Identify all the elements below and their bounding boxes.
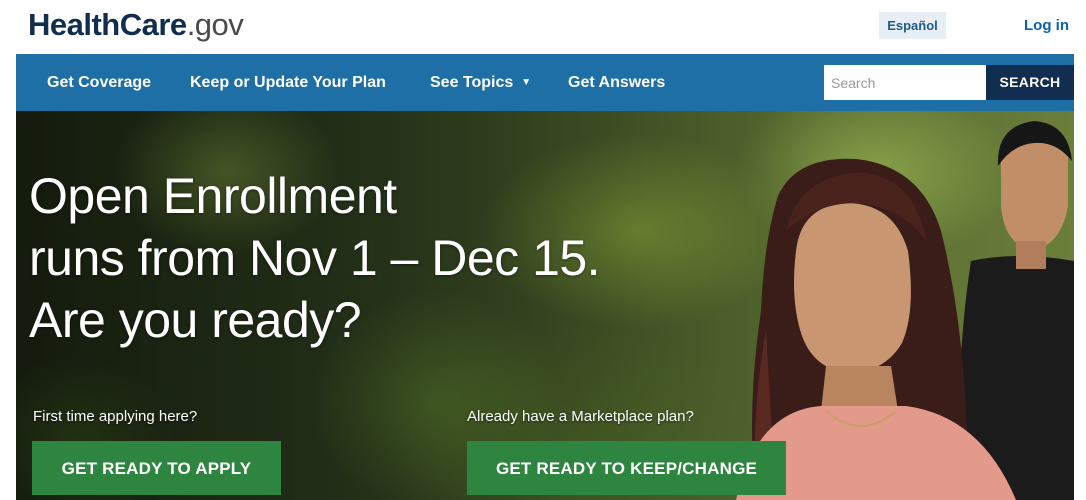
- hero-headline-line-2: runs from Nov 1 – Dec 15.: [29, 230, 601, 286]
- search-input[interactable]: [824, 65, 986, 100]
- keep-change-prompt: Already have a Marketplace plan?: [467, 408, 694, 425]
- nav-get-coverage[interactable]: Get Coverage: [47, 54, 151, 111]
- get-ready-to-keep-change-button[interactable]: GET READY TO KEEP/CHANGE: [467, 441, 786, 495]
- chevron-down-icon: ▼: [521, 77, 532, 88]
- site-header: HealthCare.gov Español Log in: [0, 0, 1086, 54]
- hero-headline-line-3: Are you ready?: [29, 292, 362, 348]
- language-toggle-button[interactable]: Español: [879, 12, 946, 39]
- nav-see-topics[interactable]: See Topics ▼: [430, 54, 531, 111]
- hero-headline-line-1: Open Enrollment: [29, 168, 397, 224]
- get-ready-to-apply-button[interactable]: GET READY TO APPLY: [32, 441, 281, 495]
- apply-prompt: First time applying here?: [33, 408, 198, 425]
- hero-headline: Open Enrollment runs from Nov 1 – Dec 15…: [29, 165, 709, 351]
- hero-banner: Open Enrollment runs from Nov 1 – Dec 15…: [16, 111, 1074, 500]
- nav-get-answers[interactable]: Get Answers: [568, 54, 665, 111]
- login-link[interactable]: Log in: [1024, 14, 1069, 38]
- nav-see-topics-label: See Topics: [430, 74, 514, 91]
- nav-keep-or-update-plan[interactable]: Keep or Update Your Plan: [190, 54, 386, 111]
- main-nav: Get Coverage Keep or Update Your Plan Se…: [16, 54, 1074, 111]
- logo-suffix-text: .gov: [186, 7, 244, 42]
- healthcare-gov-logo[interactable]: HealthCare.gov: [28, 7, 244, 43]
- search-button[interactable]: SEARCH: [986, 65, 1074, 100]
- logo-brand-text: HealthCare: [28, 7, 187, 42]
